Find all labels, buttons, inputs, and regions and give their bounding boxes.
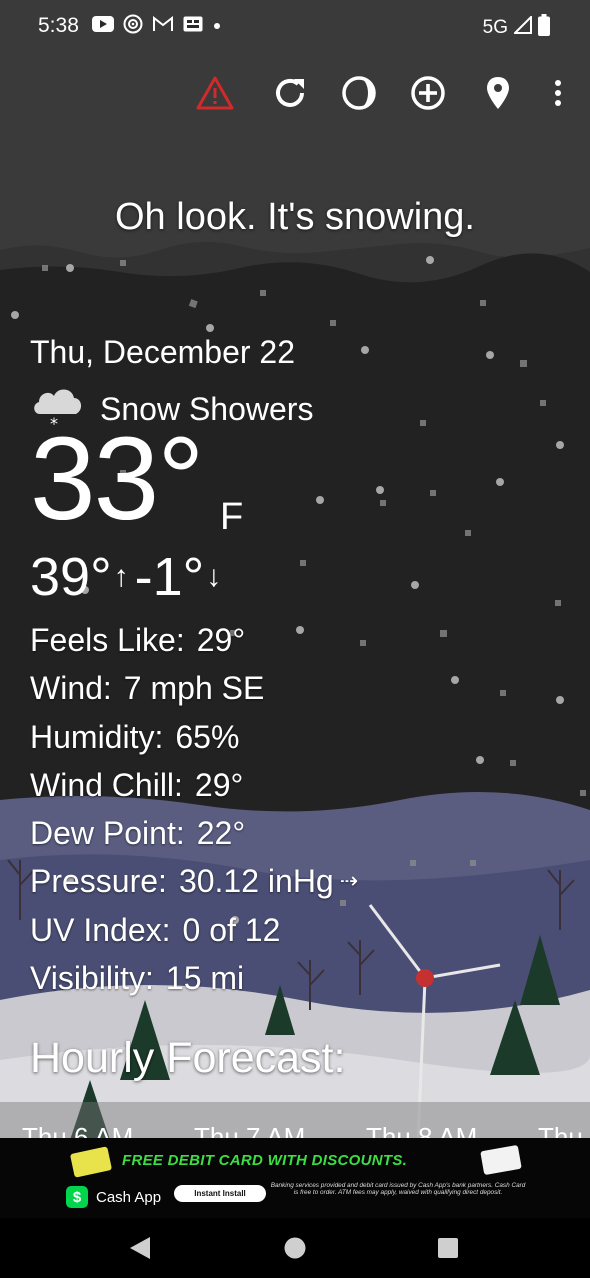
back-icon[interactable]: [124, 1232, 156, 1264]
detail-label: UV Index:: [30, 911, 171, 948]
detail-uv-index: UV Index: 0 of 12: [30, 906, 358, 954]
refresh-icon[interactable]: [267, 70, 313, 116]
card-icon: [478, 1144, 524, 1183]
instant-install-button[interactable]: Instant Install: [174, 1185, 266, 1202]
cash-app-brand: $ Cash App: [66, 1186, 161, 1208]
target-icon: [123, 14, 143, 39]
detail-value: 29°: [196, 622, 246, 658]
moon-phase-icon[interactable]: [336, 70, 382, 116]
detail-wind-chill: Wind Chill: 29°: [30, 761, 358, 809]
add-location-icon[interactable]: [405, 70, 451, 116]
detail-wind: Wind: 7 mph SE: [30, 664, 358, 712]
signal-icon: [512, 14, 532, 40]
detail-dew-point: Dew Point: 22°: [30, 809, 358, 857]
high-temperature: 39°: [30, 547, 112, 607]
current-temperature: 33°: [30, 413, 204, 545]
current-date: Thu, December 22: [30, 334, 296, 370]
sim-card-icon: [183, 16, 203, 37]
weather-headline: Oh look. It's snowing.: [115, 196, 475, 238]
cash-app-logo-icon: $: [66, 1186, 88, 1208]
detail-feels-like: Feels Like: 29°: [30, 616, 358, 664]
home-icon[interactable]: [279, 1232, 311, 1264]
detail-value: 29°: [194, 766, 244, 803]
low-temperature: -1°: [134, 547, 205, 607]
status-right-icons: 5G: [483, 14, 550, 42]
app-toolbar: [0, 70, 590, 120]
high-arrow-icon: ↑: [113, 560, 129, 593]
weather-details-list: Feels Like: 29° Wind: 7 mph SE Humidity: 65…: [30, 616, 358, 1002]
more-vert-icon[interactable]: [535, 70, 581, 116]
hourly-forecast-title: Hourly Forecast:: [30, 1034, 346, 1082]
recents-icon[interactable]: [432, 1232, 464, 1264]
pressure-trend-icon: ⇢: [339, 868, 359, 894]
debit-card-icon: [68, 1146, 114, 1185]
detail-value: 65%: [175, 718, 240, 755]
ad-fine-print: Banking services provided and debit card…: [270, 1182, 526, 1197]
low-arrow-icon: ↓: [206, 560, 222, 593]
detail-label: Humidity:: [30, 718, 164, 755]
system-nav-bar: [0, 1218, 590, 1278]
gmail-icon: [152, 15, 174, 37]
high-low-temperatures: 39° ↑ -1° ↓: [30, 546, 227, 608]
battery-icon: [538, 14, 550, 42]
detail-label: Pressure:: [30, 863, 167, 900]
detail-value: 7 mph SE: [123, 670, 265, 707]
detail-visibility: Visibility: 15 mi: [30, 954, 358, 1002]
detail-label: Dew Point:: [30, 815, 185, 852]
detail-humidity: Humidity: 65%: [30, 713, 358, 761]
map-pin-icon[interactable]: [475, 70, 521, 116]
notification-dot-icon: [212, 18, 222, 36]
detail-value: 22°: [196, 815, 246, 852]
youtube-icon: [92, 16, 114, 37]
detail-value: 15 mi: [165, 960, 245, 997]
detail-value: 30.12 inHg: [178, 863, 334, 900]
detail-value: 0 of 12: [182, 911, 281, 948]
temperature-unit: F: [220, 496, 244, 538]
status-bar: 5:38 5G: [0, 0, 590, 52]
brand-name: Cash App: [96, 1188, 162, 1206]
ad-banner[interactable]: FREE DEBIT CARD WITH DISCOUNTS. $ Cash A…: [0, 1138, 590, 1218]
detail-pressure: Pressure: 30.12 inHg ⇢: [30, 857, 358, 905]
detail-label: Wind Chill:: [30, 766, 183, 803]
hourly-forecast-strip[interactable]: Thu 6 AM Thu 7 AM Thu 8 AM Thu: [0, 1102, 590, 1140]
ad-headline: FREE DEBIT CARD WITH DISCOUNTS.: [122, 1152, 408, 1169]
detail-label: Feels Like:: [30, 622, 185, 658]
network-type: 5G: [482, 17, 508, 38]
alert-triangle-icon[interactable]: [192, 70, 238, 116]
status-time: 5:38: [38, 14, 79, 37]
detail-label: Visibility:: [30, 960, 154, 997]
status-notification-icons: [92, 14, 222, 39]
weather-app-screen: 5:38 5G Oh look. It's snowing. Thu, Dece…: [0, 0, 590, 1278]
detail-label: Wind:: [30, 670, 112, 707]
